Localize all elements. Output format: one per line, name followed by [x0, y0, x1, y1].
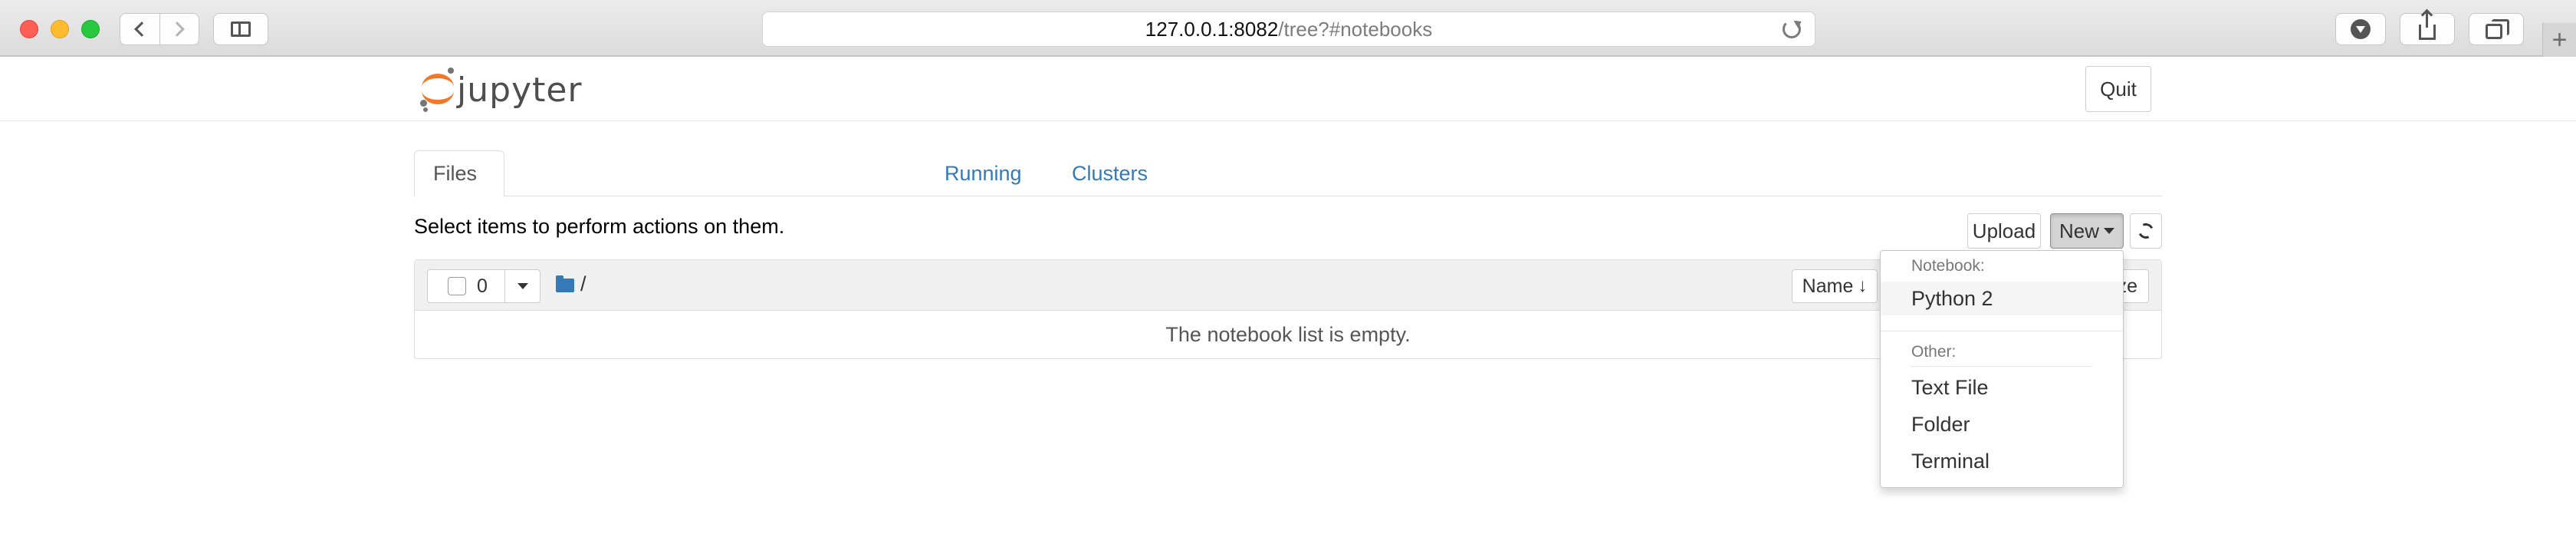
- refresh-button[interactable]: [2130, 213, 2162, 249]
- chevron-right-icon: [169, 21, 185, 37]
- tab-overview-icon: [2486, 19, 2509, 39]
- share-icon: [2419, 12, 2436, 40]
- url-host: 127.0.0.1:8082: [1145, 17, 1279, 41]
- url-path: /tree?#notebooks: [1278, 17, 1433, 41]
- select-all-checkbox-area[interactable]: 0: [428, 270, 504, 302]
- downloads-button[interactable]: [2335, 13, 2386, 45]
- caret-down-icon: [2104, 228, 2114, 234]
- select-all-checkbox[interactable]: [448, 277, 466, 295]
- sidebar-icon: [231, 21, 251, 37]
- reload-icon[interactable]: [1783, 20, 1801, 38]
- selection-hint: Select items to perform actions on them.: [414, 215, 785, 238]
- history-nav: [120, 13, 199, 45]
- share-button[interactable]: [2400, 12, 2455, 45]
- close-window-button[interactable]: [20, 20, 38, 38]
- select-all-control: 0: [427, 269, 540, 303]
- jupyter-logo[interactable]: jupyter: [420, 68, 583, 112]
- sort-by-name-button[interactable]: Name ↓: [1792, 269, 1878, 303]
- tab-clusters[interactable]: Clusters: [1053, 150, 1166, 196]
- tab-files[interactable]: Files: [414, 150, 504, 197]
- minimize-window-button[interactable]: [51, 20, 69, 38]
- select-dropdown-button[interactable]: [504, 270, 540, 302]
- new-button[interactable]: New: [2050, 213, 2124, 249]
- menu-item-folder[interactable]: Folder: [1881, 407, 2123, 441]
- browser-toolbar: 127.0.0.1:8082/tree?#notebooks +: [0, 0, 2576, 57]
- menu-item-terminal[interactable]: Terminal: [1881, 444, 2123, 478]
- menu-divider: [1911, 366, 2092, 367]
- quit-button[interactable]: Quit: [2085, 66, 2151, 112]
- arrow-down-icon: ↓: [1858, 275, 1868, 296]
- selected-count: 0: [477, 275, 488, 297]
- forward-button[interactable]: [159, 14, 199, 44]
- menu-item-python2[interactable]: Python 2: [1881, 282, 2123, 315]
- breadcrumb-root[interactable]: /: [580, 272, 586, 296]
- sidebar-toggle-button[interactable]: [213, 13, 268, 45]
- menu-header-notebook: Notebook:: [1911, 257, 1985, 275]
- tab-overview-button[interactable]: [2469, 13, 2524, 45]
- back-button[interactable]: [120, 14, 159, 44]
- new-button-label: New: [2058, 219, 2099, 242]
- main-tabs: Files Running Clusters: [414, 150, 2162, 197]
- jupyter-header: jupyter Quit: [0, 58, 2576, 121]
- upload-button[interactable]: Upload: [1967, 213, 2041, 249]
- new-tab-button[interactable]: +: [2542, 23, 2576, 57]
- chevron-left-icon: [134, 21, 150, 37]
- plus-icon: +: [2551, 25, 2568, 54]
- sort-name-label: Name: [1802, 275, 1854, 297]
- menu-item-text-file[interactable]: Text File: [1881, 371, 2123, 404]
- logo-text: jupyter: [457, 70, 583, 110]
- jupyter-logo-icon: [420, 68, 455, 112]
- zoom-window-button[interactable]: [81, 20, 100, 38]
- menu-header-other: Other:: [1911, 343, 1957, 361]
- new-dropdown-menu: Notebook: Python 2 Other: Text File Fold…: [1880, 250, 2124, 488]
- address-bar[interactable]: 127.0.0.1:8082/tree?#notebooks: [762, 12, 1815, 47]
- refresh-icon: [2136, 221, 2156, 241]
- folder-icon[interactable]: [556, 275, 574, 292]
- caret-down-icon: [517, 283, 528, 289]
- tab-running[interactable]: Running: [926, 150, 1040, 196]
- download-icon: [2351, 19, 2371, 39]
